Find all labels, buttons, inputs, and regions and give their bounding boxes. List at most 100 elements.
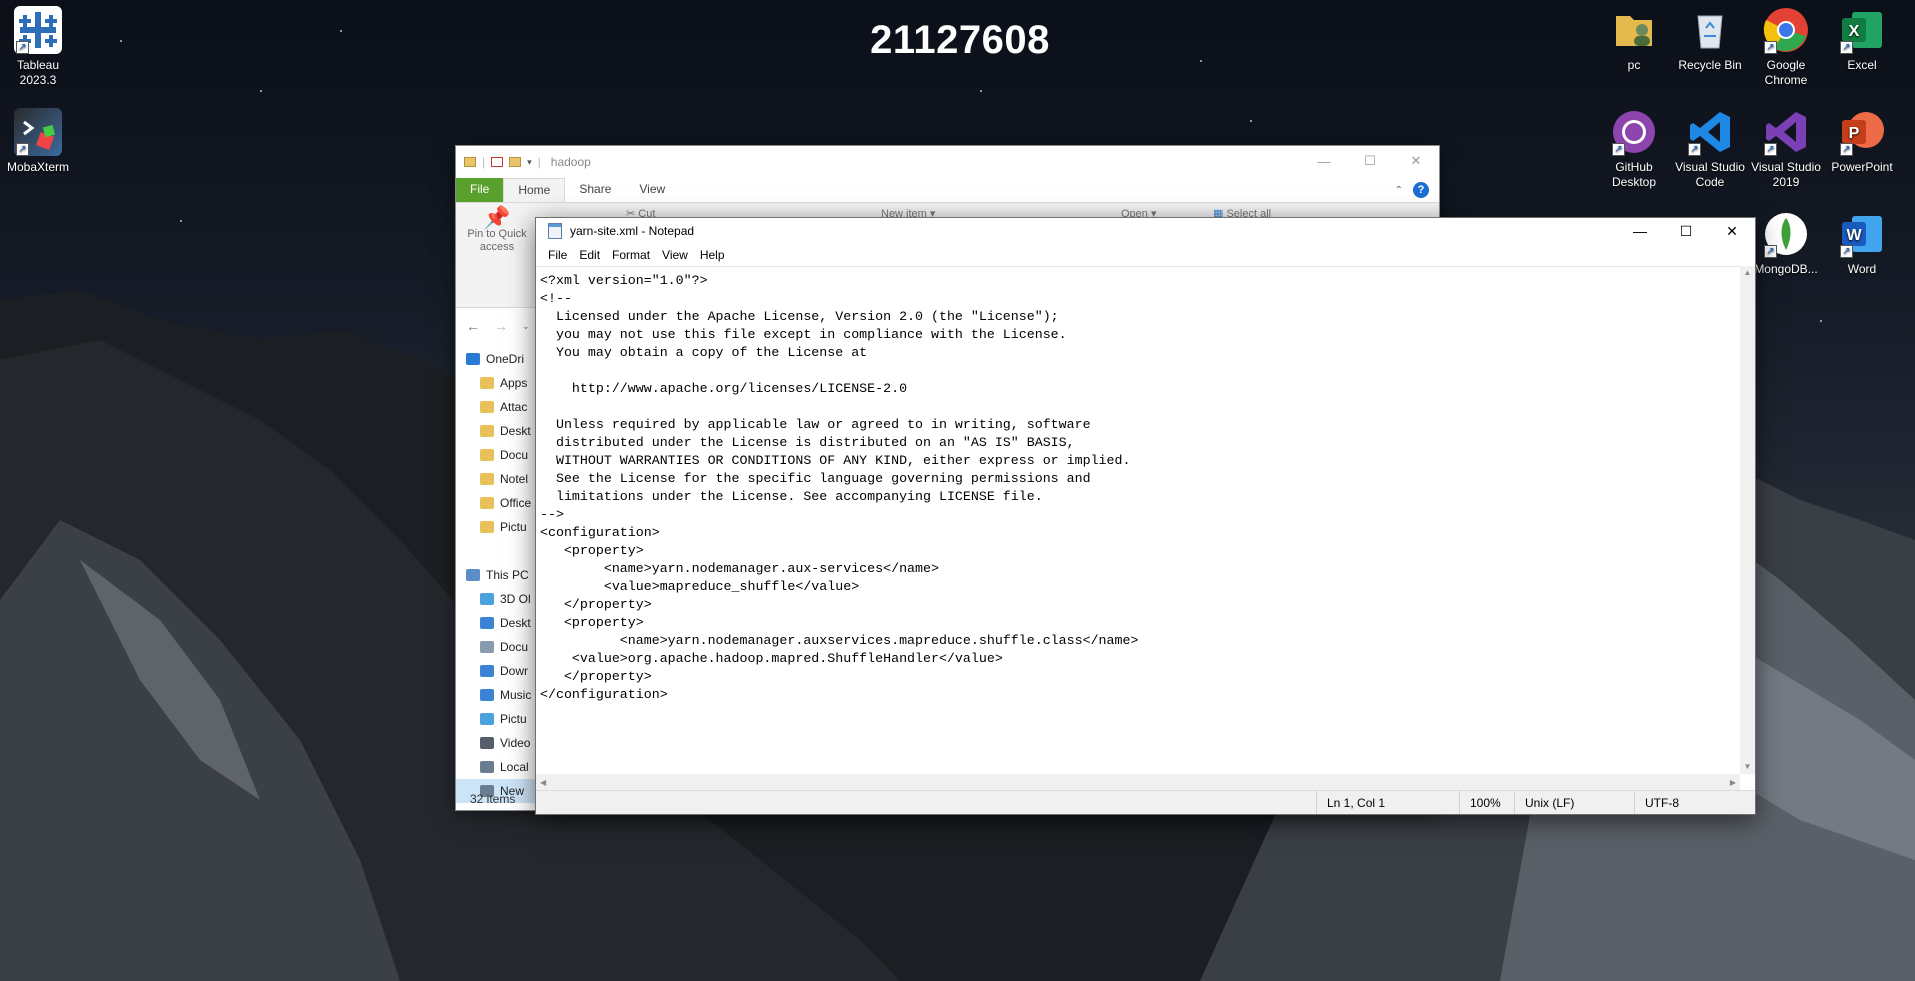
help-icon[interactable]: ?: [1413, 182, 1429, 198]
desktop-icon-vscode[interactable]: ↗ Visual Studio Code: [1672, 108, 1748, 190]
tab-file[interactable]: File: [456, 178, 504, 202]
menu-help[interactable]: Help: [694, 246, 731, 264]
desktop-icon: [480, 617, 494, 629]
sidebar-item[interactable]: Office: [456, 491, 536, 515]
vscode-icon: ↗: [1686, 108, 1734, 156]
item-count: 32 items: [470, 792, 516, 806]
minimize-icon[interactable]: —: [1301, 146, 1347, 176]
cursor-position: Ln 1, Col 1: [1316, 791, 1459, 814]
tab-share[interactable]: Share: [565, 178, 625, 202]
notepad-icon: [548, 223, 562, 239]
documents-icon: [480, 641, 494, 653]
sidebar-item[interactable]: Notel: [456, 467, 536, 491]
menu-file[interactable]: File: [542, 246, 573, 264]
scroll-right-icon[interactable]: ▶: [1730, 778, 1736, 787]
minimize-icon[interactable]: —: [1617, 218, 1663, 244]
sidebar-item[interactable]: Deskt: [456, 611, 536, 635]
desktop-icon-mongodb[interactable]: ↗ MongoDB...: [1748, 210, 1824, 277]
pin-to-quick-access-button[interactable]: 📌 Pin to Quick access: [462, 207, 532, 254]
desktop-icon-label: Google Chrome: [1764, 58, 1808, 87]
scroll-left-icon[interactable]: ◀: [540, 778, 546, 787]
maximize-icon[interactable]: ☐: [1663, 218, 1709, 244]
encoding: UTF-8: [1634, 791, 1755, 814]
sidebar-item[interactable]: Docu: [456, 443, 536, 467]
sidebar-item[interactable]: Deskt: [456, 419, 536, 443]
zoom-level: 100%: [1459, 791, 1514, 814]
ribbon-tabs: File Home Share View ⌃ ?: [456, 178, 1439, 202]
customize-quick-access-icon[interactable]: ▾: [527, 157, 532, 168]
horizontal-scrollbar[interactable]: ◀ ▶: [536, 774, 1740, 790]
properties-icon[interactable]: [491, 157, 504, 167]
notepad-titlebar: yarn-site.xml - Notepad — ☐ ✕: [536, 218, 1755, 244]
explorer-title: hadoop: [550, 155, 591, 169]
sidebar-item-label: Attac: [500, 400, 528, 414]
desktop-icon-recycle-bin[interactable]: Recycle Bin: [1672, 6, 1748, 73]
tab-view[interactable]: View: [625, 178, 679, 202]
sidebar-item[interactable]: OneDri: [456, 347, 536, 371]
close-icon[interactable]: ✕: [1393, 146, 1439, 176]
new-folder-icon[interactable]: [509, 157, 522, 167]
sidebar-item[interactable]: Video: [456, 731, 536, 755]
scroll-down-icon[interactable]: ▼: [1740, 760, 1755, 774]
tab-home[interactable]: Home: [503, 178, 566, 202]
sidebar-item-label: Pictu: [500, 520, 527, 534]
desktop-icon-mobaxterm[interactable]: ↗ MobaXterm: [0, 108, 76, 175]
pictures-icon: [480, 713, 494, 725]
folder-icon: [464, 157, 476, 167]
explorer-window-controls: — ☐ ✕: [1301, 146, 1439, 176]
notepad-window: yarn-site.xml - Notepad — ☐ ✕ File Edit …: [535, 217, 1756, 815]
scroll-up-icon[interactable]: ▲: [1740, 266, 1755, 280]
sidebar-item[interactable]: 3D Ol: [456, 587, 536, 611]
notepad-text-area[interactable]: <?xml version="1.0"?> <!-- Licensed unde…: [536, 266, 1740, 774]
recent-locations-icon[interactable]: ⌄: [522, 321, 530, 332]
desktop-icon-chrome[interactable]: ↗ Google Chrome: [1748, 6, 1824, 88]
desktop-icon-label: Recycle Bin: [1678, 58, 1742, 72]
close-icon[interactable]: ✕: [1709, 218, 1755, 244]
sidebar-item[interactable]: Local: [456, 755, 536, 779]
sidebar-item[interactable]: Music: [456, 683, 536, 707]
shortcut-arrow-icon: ↗: [1764, 143, 1777, 156]
menu-edit[interactable]: Edit: [573, 246, 606, 264]
sidebar-item[interactable]: This PC: [456, 563, 536, 587]
sidebar-item[interactable]: Docu: [456, 635, 536, 659]
desktop-icon-excel[interactable]: X ↗ Excel: [1824, 6, 1900, 73]
desktop-number-label: 21127608: [870, 18, 1050, 62]
sidebar-item[interactable]: Apps: [456, 371, 536, 395]
desktop-icon-word[interactable]: W ↗ Word: [1824, 210, 1900, 277]
desktop-icon-powerpoint[interactable]: P ↗ PowerPoint: [1824, 108, 1900, 175]
desktop-icon-label: MongoDB...: [1754, 262, 1818, 276]
sidebar-item-label: Office: [500, 496, 532, 510]
desktop-icon-label: MobaXterm: [6, 160, 70, 174]
svg-text:X: X: [1849, 23, 1860, 40]
desktop-icon-tableau[interactable]: ↗ Tableau 2023.3: [0, 6, 76, 88]
desktop-icon-visual-studio[interactable]: ↗ Visual Studio 2019: [1748, 108, 1824, 190]
vertical-scrollbar[interactable]: ▲ ▼: [1740, 266, 1755, 774]
music-icon: [480, 689, 494, 701]
word-icon: W ↗: [1838, 210, 1886, 258]
sidebar-item[interactable]: Attac: [456, 395, 536, 419]
sidebar-item[interactable]: Pictu: [456, 515, 536, 539]
desktop-icon-pc[interactable]: pc: [1596, 6, 1672, 73]
desktop-icon-github-desktop[interactable]: ↗ GitHub Desktop: [1596, 108, 1672, 190]
videos-icon: [480, 737, 494, 749]
shortcut-arrow-icon: ↗: [1840, 41, 1853, 54]
downloads-icon: [480, 665, 494, 677]
shortcut-arrow-icon: ↗: [1840, 143, 1853, 156]
sidebar-item-label: Pictu: [500, 712, 527, 726]
local-disk-icon: [480, 761, 494, 773]
menu-view[interactable]: View: [656, 246, 694, 264]
desktop-icon-label: Excel: [1847, 58, 1877, 72]
sidebar-item[interactable]: Pictu: [456, 707, 536, 731]
sidebar-item-label: Notel: [500, 472, 529, 486]
tableau-icon: ↗: [14, 6, 62, 54]
maximize-icon[interactable]: ☐: [1347, 146, 1393, 176]
collapse-ribbon-icon[interactable]: ⌃: [1395, 185, 1403, 196]
forward-arrow-icon[interactable]: →: [494, 318, 508, 334]
desktop-icon-label: Visual Studio 2019: [1751, 160, 1821, 189]
folder-icon: [480, 473, 494, 485]
sidebar-item-label: Local: [500, 760, 529, 774]
menu-format[interactable]: Format: [606, 246, 656, 264]
back-arrow-icon[interactable]: ←: [466, 318, 480, 334]
sidebar-item[interactable]: Dowr: [456, 659, 536, 683]
folder-icon: [480, 401, 494, 413]
